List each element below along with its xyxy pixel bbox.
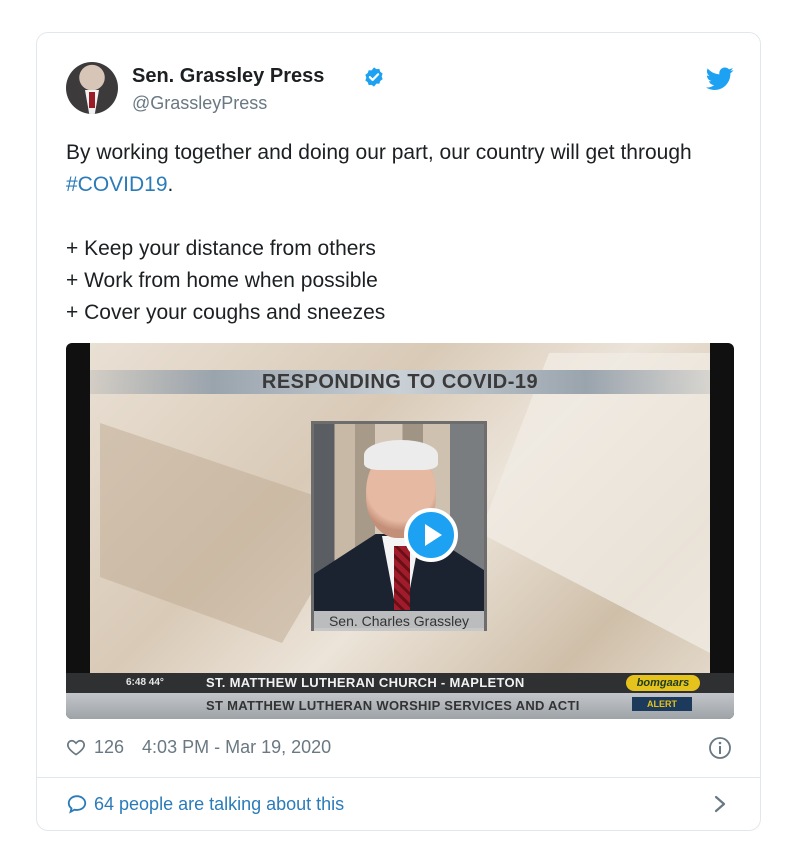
photo-hair bbox=[364, 440, 438, 470]
tweet-text: By working together and doing our part, … bbox=[66, 137, 726, 329]
video-frame: RESPONDING TO COVID-19 Sen. Charles Gras… bbox=[90, 343, 710, 719]
tweet-text-start: By working together and doing our part, … bbox=[66, 141, 692, 164]
avatar-tie bbox=[89, 92, 95, 108]
play-icon[interactable] bbox=[404, 508, 458, 562]
hashtag-link[interactable]: #COVID19 bbox=[66, 173, 168, 196]
name-plate: Sen. Charles Grassley bbox=[314, 611, 484, 631]
alert-logo: ALERT bbox=[632, 697, 692, 711]
author-name[interactable]: Sen. Grassley Press bbox=[132, 65, 324, 88]
video-player[interactable]: RESPONDING TO COVID-19 Sen. Charles Gras… bbox=[66, 343, 734, 719]
senator-photo bbox=[311, 421, 487, 631]
chevron-right-icon[interactable] bbox=[712, 793, 728, 815]
avatar[interactable] bbox=[66, 62, 118, 114]
heart-icon[interactable] bbox=[66, 737, 86, 757]
conversation-link[interactable]: 64 people are talking about this bbox=[66, 793, 344, 815]
video-headline: RESPONDING TO COVID-19 bbox=[261, 371, 539, 393]
comment-bubble-icon bbox=[67, 795, 87, 814]
footer-divider bbox=[37, 777, 760, 778]
tweet-timestamp[interactable]: 4:03 PM - Mar 19, 2020 bbox=[142, 737, 331, 758]
tweet-footer: 126 4:03 PM - Mar 19, 2020 bbox=[66, 735, 331, 759]
like-count[interactable]: 126 bbox=[94, 737, 124, 758]
sponsor-logo: bomgaars bbox=[626, 675, 700, 691]
conversation-text[interactable]: 64 people are talking about this bbox=[94, 794, 344, 815]
tweet-card: Sen. Grassley Press @GrassleyPress By wo… bbox=[36, 32, 761, 831]
ticker-bottom-text: ST MATTHEW LUTHERAN WORSHIP SERVICES AND… bbox=[206, 698, 580, 713]
background-shape bbox=[480, 353, 710, 653]
ticker-time: 6:48 44° bbox=[126, 677, 164, 688]
info-icon[interactable] bbox=[708, 736, 732, 760]
verified-badge-icon bbox=[365, 67, 383, 87]
twitter-bird-icon[interactable] bbox=[706, 67, 734, 91]
author-handle[interactable]: @GrassleyPress bbox=[132, 93, 267, 114]
ticker-top-text: ST. MATTHEW LUTHERAN CHURCH - MAPLETON bbox=[206, 675, 525, 690]
